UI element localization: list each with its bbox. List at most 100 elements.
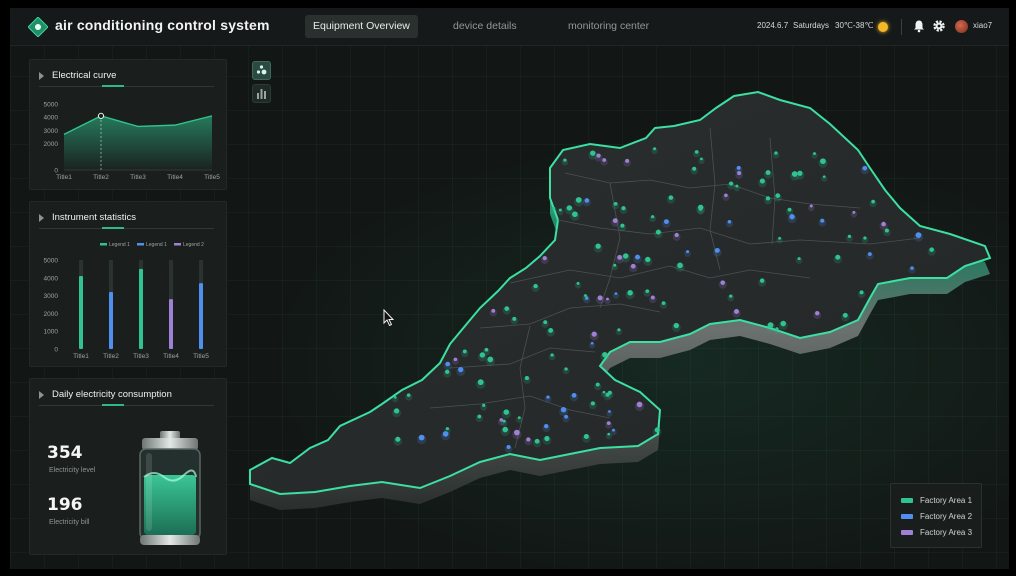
x-tick-label: Title1 — [56, 174, 72, 181]
electricity-bill-label: Electricity bill — [49, 519, 90, 526]
map-marker — [759, 278, 765, 283]
bell-icon[interactable] — [912, 19, 926, 33]
map-marker — [651, 215, 655, 219]
map-marker — [820, 218, 825, 223]
map-marker — [558, 208, 562, 212]
map-marker — [653, 147, 657, 151]
map-marker — [636, 401, 643, 408]
map-marker — [584, 198, 590, 203]
map-marker — [809, 204, 813, 208]
map-marker — [487, 356, 494, 363]
legend-label: Legend 2 — [183, 242, 204, 248]
header-divider — [901, 19, 902, 35]
map-marker — [614, 292, 618, 296]
legend-swatch — [901, 530, 913, 535]
map-marker — [617, 328, 621, 332]
map-marker — [871, 199, 875, 204]
map-marker — [524, 376, 529, 381]
sun-icon — [878, 22, 888, 32]
map-marker — [815, 311, 820, 316]
y-tick-label: 0 — [54, 347, 58, 354]
map-marker — [621, 206, 626, 211]
map-marker — [668, 195, 674, 200]
map-marker — [736, 165, 741, 170]
map-marker — [590, 401, 595, 406]
map-marker — [526, 437, 531, 442]
logo-icon — [28, 17, 48, 37]
legend-label: Factory Area 2 — [920, 512, 973, 521]
map-marker — [915, 232, 922, 238]
map-marker — [482, 403, 486, 407]
panel-arrow-icon — [39, 214, 44, 222]
map-marker — [620, 223, 625, 228]
map-marker — [406, 393, 411, 397]
map-marker — [560, 407, 567, 413]
map-marker — [630, 263, 636, 269]
gear-icon[interactable] — [932, 19, 946, 33]
map-marker — [852, 210, 856, 214]
electrical-curve-panel: Electrical curve 0 2000 3000 4000 5000 Title1… — [29, 59, 227, 190]
map-marker — [613, 263, 617, 267]
map-marker — [548, 328, 554, 333]
panel-arrow-icon — [39, 391, 44, 399]
map-marker — [543, 320, 548, 325]
map-marker — [765, 170, 771, 175]
electricity-level-label: Electricity level — [49, 467, 96, 474]
panel-underline-accent — [102, 404, 124, 406]
map-marker — [729, 294, 733, 298]
map-marker — [458, 366, 464, 373]
map-marker — [583, 433, 589, 439]
map-marker — [612, 428, 615, 432]
map-marker — [542, 256, 547, 261]
map-marker — [720, 280, 726, 285]
electricity-bill-value: 196 — [47, 495, 83, 515]
map-marker — [789, 214, 795, 220]
y-tick-label: 2000 — [44, 141, 59, 148]
map-marker — [765, 196, 771, 201]
panel-underline — [39, 405, 214, 406]
legend-swatch — [174, 243, 181, 246]
map-marker — [393, 408, 400, 414]
app-frame: air conditioning control system Equipmen… — [10, 8, 1009, 569]
tab-device-details[interactable]: device details — [445, 15, 525, 38]
map-marker — [842, 312, 848, 318]
map-marker — [544, 435, 550, 442]
legend-label: Legend 1 — [146, 242, 167, 248]
map-marker — [590, 341, 594, 345]
tab-monitoring-center[interactable]: monitoring center — [560, 15, 657, 38]
bar-chart-button[interactable] — [252, 84, 271, 103]
map-marker — [613, 201, 618, 206]
map-marker — [445, 361, 451, 367]
map-marker — [484, 347, 489, 352]
map-marker — [533, 283, 538, 289]
avatar[interactable] — [955, 20, 968, 33]
map-marker — [453, 357, 458, 362]
date-text: 2024.6.7 — [757, 21, 789, 30]
tab-equipment-overview[interactable]: Equipment Overview — [305, 15, 418, 38]
electrical-curve-chart: 02000300040005000Title1 Title2 Title3 Title… — [44, 102, 221, 182]
x-tick-label: Title2 — [103, 353, 119, 360]
map-marker — [563, 158, 567, 162]
bar-chart-icon — [257, 89, 266, 99]
y-tick-label: 1000 — [44, 329, 59, 336]
x-tick-label: Title4 — [163, 353, 179, 360]
map-marker — [544, 424, 549, 429]
map-marker — [699, 207, 703, 211]
map-marker — [734, 309, 739, 314]
map-marker — [627, 290, 633, 296]
map-marker — [607, 390, 612, 395]
panel-arrow-icon — [39, 72, 44, 80]
map-marker — [622, 253, 629, 259]
map-marker — [606, 421, 611, 426]
bar — [79, 276, 83, 349]
legend-label: Factory Area 3 — [920, 528, 973, 537]
map-marker — [503, 409, 510, 415]
map-marker — [775, 193, 781, 198]
map-marker — [590, 150, 596, 156]
map-marker — [502, 426, 509, 433]
map-marker — [602, 158, 607, 162]
mouse-cursor-icon — [383, 309, 395, 327]
map-marker — [534, 438, 540, 444]
cluster-view-button[interactable] — [252, 61, 271, 80]
y-tick-label: 3000 — [44, 128, 59, 135]
